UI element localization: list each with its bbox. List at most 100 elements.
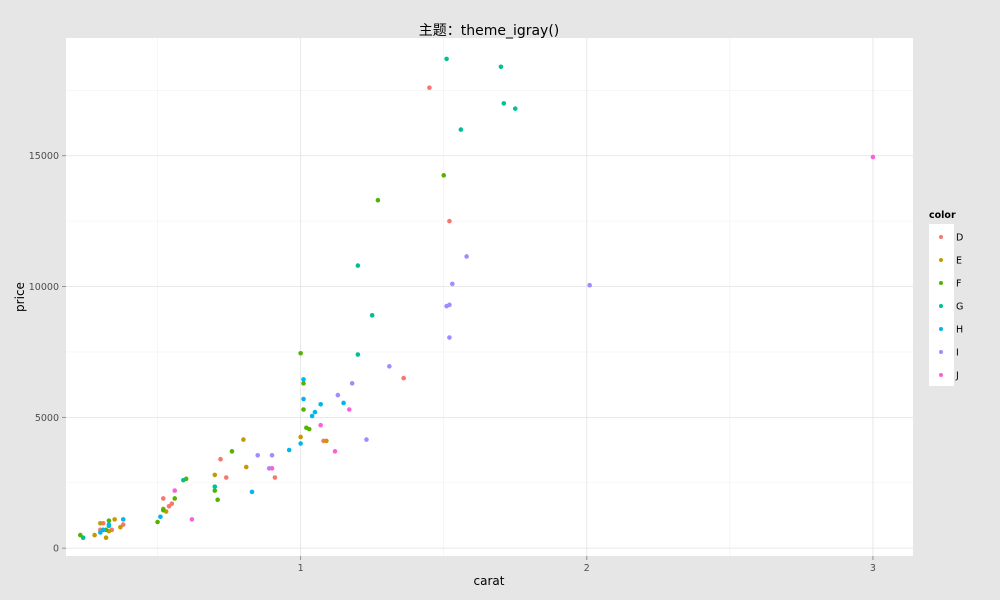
data-point-J <box>318 422 323 428</box>
data-point-F <box>155 519 160 525</box>
y-tick-label: 0 <box>53 544 59 555</box>
data-point-E <box>241 437 246 442</box>
legend-label-J: J <box>955 371 959 382</box>
data-point-H <box>312 409 318 415</box>
y-axis-title: price <box>13 282 27 312</box>
data-point-F <box>306 426 312 432</box>
data-point-D <box>447 218 452 224</box>
data-point-H <box>301 396 306 402</box>
y-tick-label: 15000 <box>29 151 59 162</box>
data-point-H <box>249 489 255 495</box>
data-point-G <box>181 477 186 483</box>
data-point-G <box>444 56 449 62</box>
legend: color D E F G H I J <box>929 210 963 386</box>
legend-key-J <box>939 373 943 377</box>
data-point-D <box>218 456 223 462</box>
legend-label-G: G <box>956 302 963 313</box>
data-point-H <box>106 522 112 527</box>
data-point-I <box>447 335 452 340</box>
data-point-I <box>335 392 341 398</box>
data-point-D <box>401 375 406 381</box>
data-point-E <box>98 520 103 526</box>
chart: 1 2 3 0 5000 10000 15000 主题：theme_igray() car… <box>13 23 963 588</box>
data-point-J <box>332 449 338 454</box>
data-point-H <box>309 413 315 419</box>
y-tick-label: 10000 <box>29 282 59 293</box>
data-point-H <box>158 514 163 520</box>
data-point-H <box>318 401 323 407</box>
data-point-I <box>349 381 355 386</box>
data-point-F <box>229 449 235 454</box>
data-point-H <box>301 377 306 382</box>
data-point-D <box>160 496 166 501</box>
y-axis-ticks: 0 5000 10000 15000 <box>29 151 66 555</box>
data-point-E <box>103 535 109 540</box>
legend-key-D <box>939 235 943 239</box>
data-point-D <box>223 475 229 480</box>
legend-label-E: E <box>956 256 962 267</box>
data-point-I <box>587 282 592 288</box>
data-point-G <box>355 352 361 357</box>
data-point-I <box>364 437 369 442</box>
data-point-F <box>441 173 447 178</box>
legend-label-H: H <box>956 325 963 336</box>
data-point-G <box>512 106 518 111</box>
data-point-H <box>286 447 292 453</box>
data-point-F <box>298 350 303 356</box>
legend-label-I: I <box>956 348 959 359</box>
data-point-G <box>212 484 218 489</box>
data-point-G <box>80 535 86 540</box>
data-point-E <box>118 524 123 530</box>
data-point-J <box>870 154 876 160</box>
y-tick-label: 5000 <box>35 413 59 424</box>
data-point-I <box>464 254 469 259</box>
legend-title: color <box>929 210 956 221</box>
data-point-H <box>341 400 346 406</box>
data-point-F <box>160 507 166 513</box>
legend-key-G <box>939 304 943 308</box>
data-point-E <box>298 434 303 440</box>
data-point-G <box>501 101 507 106</box>
legend-key-E <box>939 258 943 262</box>
legend-key-F <box>939 281 943 285</box>
data-point-D <box>427 85 432 91</box>
data-point-E <box>324 438 329 444</box>
legend-label-F: F <box>956 279 961 290</box>
data-point-F <box>106 518 112 523</box>
chart-title: 主题：theme_igray() <box>419 23 560 39</box>
data-point-H <box>298 441 303 446</box>
x-axis-title: carat <box>474 574 505 588</box>
data-point-H <box>100 527 106 533</box>
data-point-E <box>212 472 218 478</box>
data-point-G <box>498 64 504 70</box>
x-axis-ticks: 1 2 3 <box>298 556 876 574</box>
data-point-J <box>172 488 178 493</box>
data-point-G <box>458 127 464 132</box>
data-point-D <box>272 475 278 480</box>
data-point-F <box>212 488 218 493</box>
data-point-F <box>301 407 306 412</box>
plot-background <box>66 38 913 556</box>
legend-label-D: D <box>956 233 963 244</box>
data-point-F <box>375 197 381 203</box>
data-point-G <box>369 313 375 318</box>
x-tick-label: 1 <box>298 563 304 574</box>
data-point-J <box>346 407 352 412</box>
data-point-D <box>169 501 175 506</box>
data-point-J <box>189 517 195 522</box>
data-point-E <box>92 532 97 538</box>
legend-key-I <box>939 350 943 354</box>
data-point-I <box>269 452 275 458</box>
x-tick-label: 2 <box>584 563 590 574</box>
data-point-I <box>450 281 455 287</box>
data-point-I <box>255 452 261 458</box>
data-point-F <box>215 497 220 503</box>
legend-key-H <box>939 327 943 331</box>
x-tick-label: 3 <box>870 563 876 574</box>
data-point-F <box>172 496 178 501</box>
data-point-I <box>447 302 452 308</box>
data-point-E <box>243 464 249 470</box>
data-point-J <box>269 466 275 471</box>
data-point-I <box>387 364 392 369</box>
data-point-E <box>112 517 117 522</box>
